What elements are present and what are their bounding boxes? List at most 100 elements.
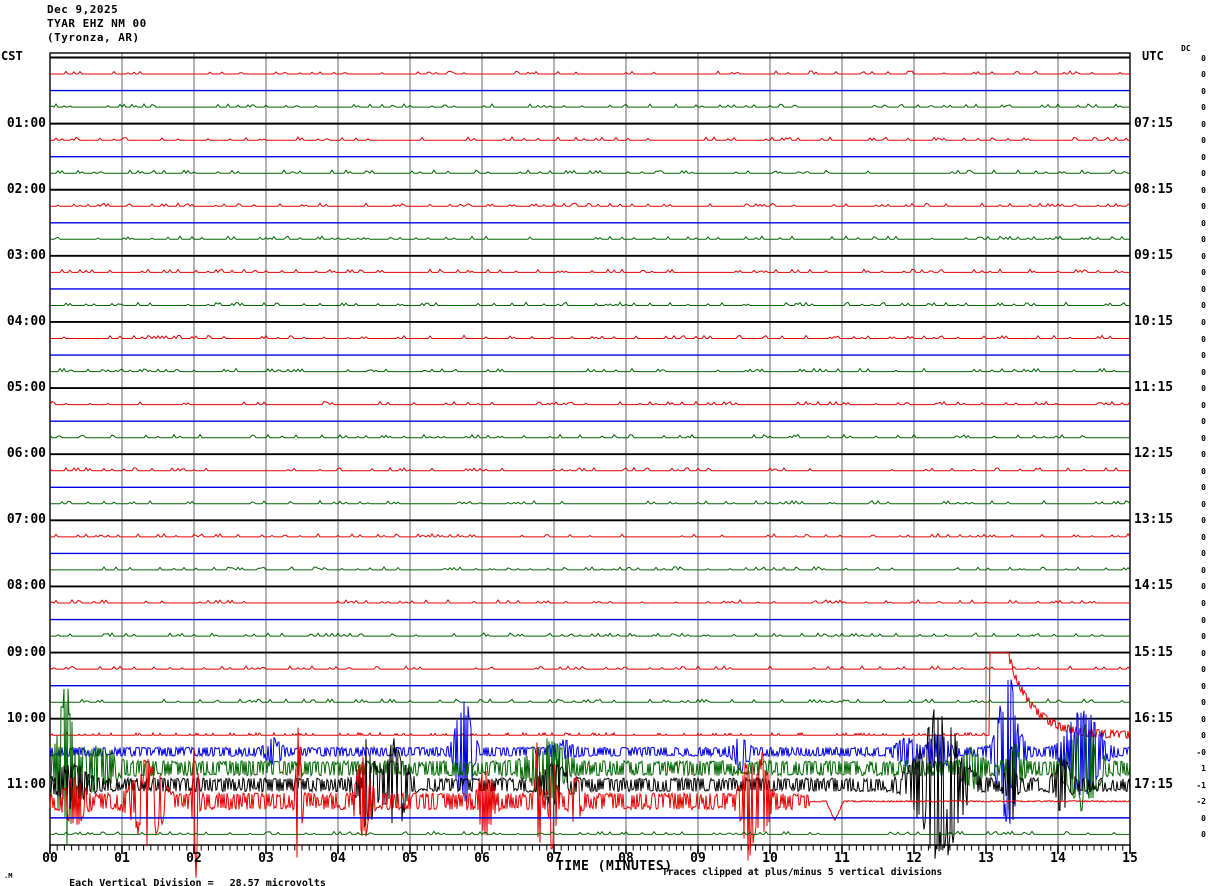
cst-time-label: 09:00 — [6, 644, 46, 660]
dc-value: -2 — [1196, 797, 1206, 807]
dc-value: 0 — [1201, 665, 1206, 675]
dc-value: 0 — [1201, 565, 1206, 575]
minute-label: 10 — [762, 851, 778, 866]
minute-label: 12 — [906, 851, 922, 866]
dc-value: 0 — [1201, 218, 1206, 228]
minute-label: 13 — [978, 851, 994, 866]
helicorder-app: { "header": { "date": "Dec 9,2025", "sta… — [0, 0, 1210, 886]
minute-label: 04 — [330, 851, 346, 866]
trace-03:15 — [50, 268, 1130, 274]
trace-03:45 — [50, 301, 1130, 307]
minute-label: 09 — [690, 851, 706, 866]
dc-value: 0 — [1201, 830, 1206, 840]
trace-06:15 — [49, 466, 1130, 472]
trace-02:15 — [50, 202, 1131, 208]
trace-07:45 — [50, 565, 1131, 571]
utc-time-label: 15:15 — [1134, 644, 1174, 660]
vertical-scale-note: Each Vertical Division = 28.57 microvolts — [45, 867, 326, 886]
utc-time-label: 16:15 — [1134, 710, 1174, 726]
minute-label: 11 — [834, 851, 850, 866]
trace-01:45 — [50, 169, 1130, 175]
utc-time-label: 09:15 — [1134, 247, 1174, 263]
trace-08:15 — [49, 598, 1130, 604]
dc-value: 0 — [1201, 813, 1206, 823]
plot-border — [49, 52, 1131, 846]
dc-value: 0 — [1201, 615, 1206, 625]
dc-value: 0 — [1201, 136, 1206, 146]
trace-00:45 — [49, 103, 1130, 108]
helicorder-plot — [49, 52, 1131, 878]
dc-value: 0 — [1201, 268, 1206, 278]
trace-01:15 — [50, 136, 1130, 142]
utc-time-label: 12:15 — [1134, 446, 1174, 462]
dc-value: 0 — [1201, 152, 1206, 162]
dc-value: 0 — [1201, 516, 1206, 526]
dc-value: 0 — [1201, 400, 1206, 410]
minute-label: 15 — [1122, 851, 1138, 866]
cst-time-label: 01:00 — [6, 115, 46, 131]
cst-time-label: 04:00 — [6, 313, 46, 329]
dc-value: 0 — [1201, 284, 1206, 294]
dc-value: 0 — [1201, 450, 1206, 460]
minute-label: 02 — [186, 851, 202, 866]
trace-11:45 — [50, 830, 1130, 836]
dc-value: 0 — [1201, 301, 1206, 311]
dc-value: 0 — [1201, 53, 1206, 63]
minute-label: 00 — [42, 851, 58, 866]
dc-value: 0 — [1201, 731, 1206, 741]
utc-time-label: 14:15 — [1134, 578, 1174, 594]
clip-note: Traces clipped at plus/minus 5 vertical … — [662, 867, 943, 878]
dc-value: 0 — [1201, 235, 1206, 245]
cst-time-label: 07:00 — [6, 512, 46, 528]
minute-label: 14 — [1050, 851, 1066, 866]
trace-07:15 — [50, 532, 1131, 538]
trace-02:45 — [50, 235, 1130, 241]
dc-value: 0 — [1201, 417, 1206, 427]
minute-label: 05 — [402, 851, 418, 866]
minute-label: 03 — [258, 851, 274, 866]
cst-time-label: 10:00 — [6, 710, 46, 726]
cst-time-label: 05:00 — [6, 380, 46, 396]
dc-value: 0 — [1201, 317, 1206, 327]
scale-value: 28.57 microvolts — [229, 878, 326, 886]
dc-value: 0 — [1201, 632, 1206, 642]
dc-value: 0 — [1201, 202, 1206, 212]
cst-time-label: 06:00 — [6, 446, 46, 462]
dc-value: 0 — [1201, 86, 1206, 96]
minute-label: 06 — [474, 851, 490, 866]
dc-value: 0 — [1201, 169, 1206, 179]
cst-time-label: 02:00 — [6, 181, 46, 197]
cst-time-label: 03:00 — [6, 247, 46, 263]
trace-09:15 — [49, 665, 1131, 670]
dc-value: 0 — [1201, 70, 1206, 80]
cst-time-label: 11:00 — [6, 776, 46, 792]
dc-value: 0 — [1201, 598, 1206, 608]
dc-value: -1 — [1196, 780, 1206, 790]
utc-time-label: 17:15 — [1134, 776, 1174, 792]
dc-value: 0 — [1201, 185, 1206, 195]
utc-time-label: 10:15 — [1134, 313, 1174, 329]
dc-value: 0 — [1201, 251, 1206, 261]
dc-value: 0 — [1201, 648, 1206, 658]
dc-value: 0 — [1201, 119, 1206, 129]
dc-value: 0 — [1201, 499, 1206, 509]
trace-10:15 — [50, 650, 1131, 740]
trace-09:45 — [50, 698, 1130, 704]
dc-value: 0 — [1201, 714, 1206, 724]
dc-value: 0 — [1201, 681, 1206, 691]
x-axis-title: TIME (MINUTES) — [556, 859, 673, 874]
dc-value: 0 — [1201, 698, 1206, 708]
trace-04:15 — [50, 334, 1130, 340]
trace-10:45 — [49, 688, 1131, 846]
utc-time-label: 08:15 — [1134, 181, 1174, 197]
dc-value: 0 — [1201, 582, 1206, 592]
scale-label: Each Vertical Division = — [69, 878, 214, 886]
dc-value: -0 — [1196, 747, 1206, 757]
dc-value: 0 — [1201, 466, 1206, 476]
utc-time-label: 11:15 — [1134, 380, 1174, 396]
dc-value: 0 — [1201, 532, 1206, 542]
dc-value: 0 — [1201, 549, 1206, 559]
utc-time-label: 13:15 — [1134, 512, 1174, 528]
cst-time-label: 08:00 — [6, 578, 46, 594]
dc-value: 0 — [1201, 433, 1206, 443]
